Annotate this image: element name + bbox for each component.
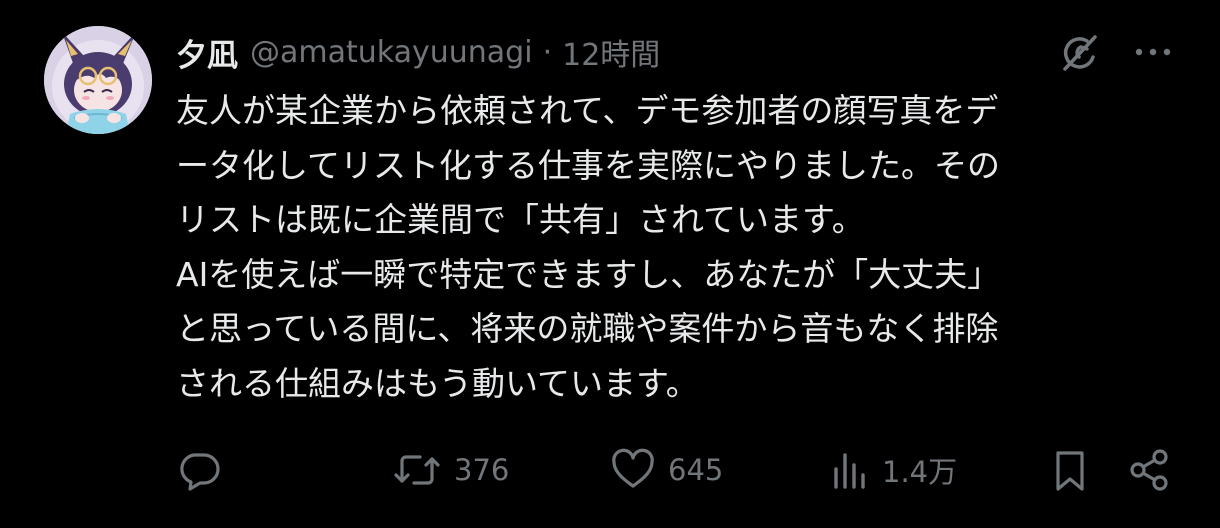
grok-icon bbox=[1057, 31, 1101, 75]
tweet-text: 友人が某企業から依頼されて、デモ参加者の顔写真をデ ータ化してリスト化する仕事を… bbox=[176, 84, 1186, 411]
tweet-header: 夕凪 @amatukayuunagi · 12時間 bbox=[176, 28, 660, 76]
tweet-text-line: 友人が某企業から依頼されて、デモ参加者の顔写真をデ bbox=[176, 91, 999, 130]
like-count: 645 bbox=[668, 453, 724, 487]
tweet-text-line: リストは既に企業間で「共有」されています。 bbox=[176, 200, 865, 239]
tweet-text-line: される仕組みはもう動いています。 bbox=[176, 363, 699, 403]
retweet-count: 376 bbox=[454, 453, 510, 487]
heart-icon bbox=[610, 447, 656, 493]
avatar[interactable] bbox=[44, 26, 152, 134]
bookmark-button[interactable] bbox=[1050, 444, 1090, 496]
timestamp[interactable]: 12時間 bbox=[562, 30, 660, 74]
bookmark-icon bbox=[1050, 447, 1090, 493]
tweet-text-line: と思っている間に、将来の就職や案件から音もなく排除 bbox=[176, 309, 999, 348]
tweet-text-line: ータ化してリスト化する仕事を実際にやりました。その bbox=[176, 145, 1001, 185]
share-icon bbox=[1126, 447, 1172, 493]
tweet-text-line: AIを使えば一瞬で特定できますし、あなたが「大丈夫」 bbox=[176, 254, 1001, 294]
more-options-button[interactable] bbox=[1128, 30, 1178, 74]
views-count: 1.4万 bbox=[882, 455, 958, 489]
retweet-button[interactable]: 376 bbox=[392, 444, 509, 496]
display-name[interactable]: 夕凪 bbox=[176, 30, 238, 75]
separator-dot: · bbox=[542, 34, 553, 70]
more-icon bbox=[1133, 46, 1173, 58]
grok-button[interactable] bbox=[1054, 28, 1104, 78]
user-handle[interactable]: @amatukayuunagi bbox=[250, 35, 533, 70]
like-button[interactable]: 645 bbox=[610, 444, 723, 496]
reply-icon bbox=[176, 447, 222, 493]
tweet: 夕凪 @amatukayuunagi · 12時間 友人が某企業から依頼されて、… bbox=[0, 0, 1220, 528]
retweet-icon bbox=[392, 447, 442, 493]
views-button[interactable]: 1.4万 bbox=[830, 444, 957, 496]
reply-button[interactable] bbox=[176, 444, 222, 496]
share-button[interactable] bbox=[1126, 444, 1172, 496]
views-icon bbox=[830, 447, 870, 493]
